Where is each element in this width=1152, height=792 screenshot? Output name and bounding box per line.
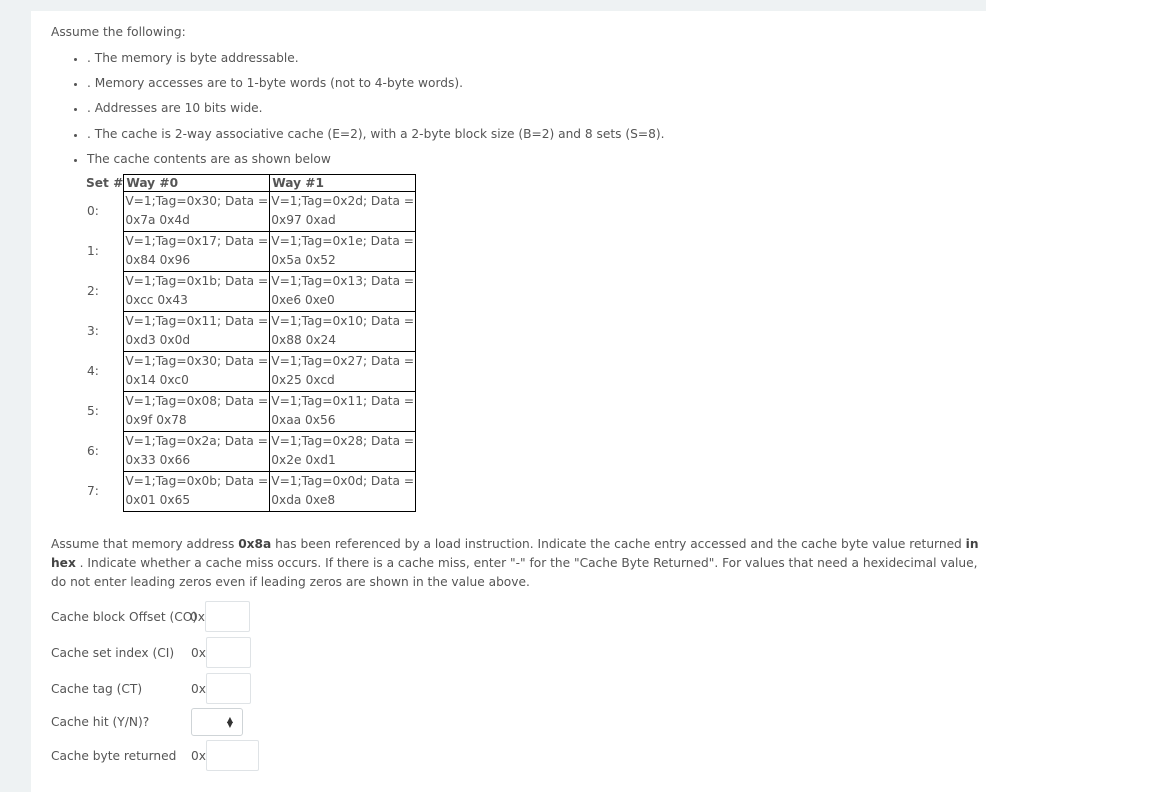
question-part: . Indicate whether a cache miss occurs. … xyxy=(51,556,978,590)
table-row: 3: V=1;Tag=0x11; Data = V=1;Tag=0x10; Data… xyxy=(86,310,417,338)
way-0-cell: 0xd3 0x0d xyxy=(123,331,271,352)
field-label-co: Cache block Offset (CO) xyxy=(51,609,198,624)
way-0-cell: V=1;Tag=0x11; Data = xyxy=(123,310,271,332)
question-text: Assume that memory address 0x8a has been… xyxy=(51,535,981,593)
way-0-cell: 0x7a 0x4d xyxy=(123,211,271,232)
way-0-cell: V=1;Tag=0x1b; Data = xyxy=(123,270,271,292)
way-0-cell: V=1;Tag=0x17; Data = xyxy=(123,230,271,252)
page-background-top xyxy=(31,0,986,11)
hex-prefix: 0x xyxy=(191,645,206,660)
assumptions-list: . The memory is byte addressable. . Memo… xyxy=(51,49,981,168)
assumption-item: . Addresses are 10 bits wide. xyxy=(87,99,981,117)
assumption-item: . Memory accesses are to 1-byte words (n… xyxy=(87,74,981,92)
table-row: 0x9f 0x78 0xaa 0x56 xyxy=(86,411,417,432)
set-number: 6: xyxy=(87,443,99,458)
table-row: 4: V=1;Tag=0x30; Data = V=1;Tag=0x27; Data… xyxy=(86,350,417,378)
assumption-item: . The memory is byte addressable. xyxy=(87,49,981,67)
way-0-cell: 0x33 0x66 xyxy=(123,451,271,472)
question-part: Assume that memory address xyxy=(51,536,239,551)
table-row: 0x14 0xc0 0x25 0xcd xyxy=(86,371,417,392)
header-way-0: Way #0 xyxy=(123,173,271,192)
way-1-cell: 0x88 0x24 xyxy=(269,331,417,352)
question-part: has been referenced by a load instructio… xyxy=(271,536,966,551)
hex-prefix: 0x xyxy=(190,609,205,624)
way-1-cell: V=1;Tag=0x27; Data = xyxy=(269,350,417,372)
way-0-cell: 0x01 0x65 xyxy=(123,491,271,512)
hex-prefix: 0x xyxy=(191,748,206,763)
table-row: 0xd3 0x0d 0x88 0x24 xyxy=(86,331,417,352)
cache-set-index-input[interactable] xyxy=(206,637,251,669)
hex-prefix: 0x xyxy=(191,681,206,696)
table-row: 5: V=1;Tag=0x08; Data = V=1;Tag=0x11; Data… xyxy=(86,390,417,418)
field-row-ci: Cache set index (CI) 0x xyxy=(51,635,981,671)
way-1-cell: 0xda 0xe8 xyxy=(269,491,417,512)
way-1-cell: 0x25 0xcd xyxy=(269,371,417,392)
set-number: 2: xyxy=(87,283,99,298)
table-row: 7: V=1;Tag=0x0b; Data = V=1;Tag=0x0d; Data… xyxy=(86,470,417,498)
field-row-hit: Cache hit (Y/N)? ▲ ▼ xyxy=(51,707,981,738)
cache-byte-returned-input[interactable] xyxy=(206,740,259,772)
set-number: 7: xyxy=(87,483,99,498)
table-row: 0x33 0x66 0x2e 0xd1 xyxy=(86,451,417,472)
way-1-cell: 0xaa 0x56 xyxy=(269,411,417,432)
way-0-cell: 0x84 0x96 xyxy=(123,251,271,272)
question-content: Assume the following: . The memory is by… xyxy=(51,23,981,774)
answer-form: Cache block Offset (CO) 0x Cache set ind… xyxy=(51,599,981,774)
set-number: 3: xyxy=(87,323,99,338)
way-1-cell: V=1;Tag=0x10; Data = xyxy=(269,310,417,332)
way-1-cell: V=1;Tag=0x28; Data = xyxy=(269,430,417,452)
field-label-hit: Cache hit (Y/N)? xyxy=(51,715,150,730)
way-1-cell: 0x5a 0x52 xyxy=(269,251,417,272)
cache-hit-select[interactable]: ▲ ▼ xyxy=(191,708,243,737)
way-0-cell: V=1;Tag=0x08; Data = xyxy=(123,390,271,412)
header-way-1: Way #1 xyxy=(269,173,417,192)
way-1-cell: V=1;Tag=0x13; Data = xyxy=(269,270,417,292)
header-set: Set # xyxy=(86,175,124,190)
field-label-ci: Cache set index (CI) xyxy=(51,645,175,660)
way-0-cell: V=1;Tag=0x2a; Data = xyxy=(123,430,271,452)
table-row: 6: V=1;Tag=0x2a; Data = V=1;Tag=0x28; Data… xyxy=(86,430,417,458)
memory-address: 0x8a xyxy=(238,536,272,551)
question-panel: Assume the following: . The memory is by… xyxy=(31,11,986,792)
way-0-cell: V=1;Tag=0x30; Data = xyxy=(123,190,271,212)
way-1-cell: V=1;Tag=0x1e; Data = xyxy=(269,230,417,252)
way-1-cell: 0x97 0xad xyxy=(269,211,417,232)
table-row: 1: V=1;Tag=0x17; Data = V=1;Tag=0x1e; Data… xyxy=(86,230,417,258)
way-1-cell: V=1;Tag=0x11; Data = xyxy=(269,390,417,412)
cache-tag-input[interactable] xyxy=(206,673,251,705)
field-label-byte: Cache byte returned xyxy=(51,748,177,763)
set-number: 5: xyxy=(87,403,99,418)
field-row-ct: Cache tag (CT) 0x xyxy=(51,671,981,707)
table-row: 0x7a 0x4d 0x97 0xad xyxy=(86,211,417,232)
table-row: 0xcc 0x43 0xe6 0xe0 xyxy=(86,291,417,312)
select-arrows-icon: ▲ ▼ xyxy=(226,715,233,730)
way-0-cell: V=1;Tag=0x30; Data = xyxy=(123,350,271,372)
way-0-cell: V=1;Tag=0x0b; Data = xyxy=(123,470,271,492)
set-number: 0: xyxy=(87,203,99,218)
assumption-item: . The cache is 2-way associative cache (… xyxy=(87,125,981,143)
way-1-cell: V=1;Tag=0x0d; Data = xyxy=(269,470,417,492)
page-background-left xyxy=(0,0,31,792)
table-row: 2: V=1;Tag=0x1b; Data = V=1;Tag=0x13; Data… xyxy=(86,270,417,298)
field-row-co: Cache block Offset (CO) 0x xyxy=(51,599,981,635)
table-row: 0: V=1;Tag=0x30; Data = V=1;Tag=0x2d; Data… xyxy=(86,190,417,218)
way-0-cell: 0x9f 0x78 xyxy=(123,411,271,432)
table-row: 0x01 0x65 0xda 0xe8 xyxy=(86,491,417,512)
way-0-cell: 0x14 0xc0 xyxy=(123,371,271,392)
way-1-cell: 0x2e 0xd1 xyxy=(269,451,417,472)
table-header-row: Set # Way #0 Way #1 xyxy=(86,173,417,192)
set-number: 1: xyxy=(87,243,99,258)
cache-block-offset-input[interactable] xyxy=(205,601,250,633)
assumption-item: The cache contents are as shown below xyxy=(87,150,981,168)
intro-text: Assume the following: xyxy=(51,25,186,39)
way-1-cell: V=1;Tag=0x2d; Data = xyxy=(269,190,417,212)
way-1-cell: 0xe6 0xe0 xyxy=(269,291,417,312)
field-label-ct: Cache tag (CT) xyxy=(51,681,143,696)
table-row: 0x84 0x96 0x5a 0x52 xyxy=(86,251,417,272)
cache-contents-table: Set # Way #0 Way #1 0: V=1;Tag=0x30; Data… xyxy=(86,173,417,512)
field-row-byte: Cache byte returned 0x xyxy=(51,738,981,774)
set-number: 4: xyxy=(87,363,99,378)
way-0-cell: 0xcc 0x43 xyxy=(123,291,271,312)
